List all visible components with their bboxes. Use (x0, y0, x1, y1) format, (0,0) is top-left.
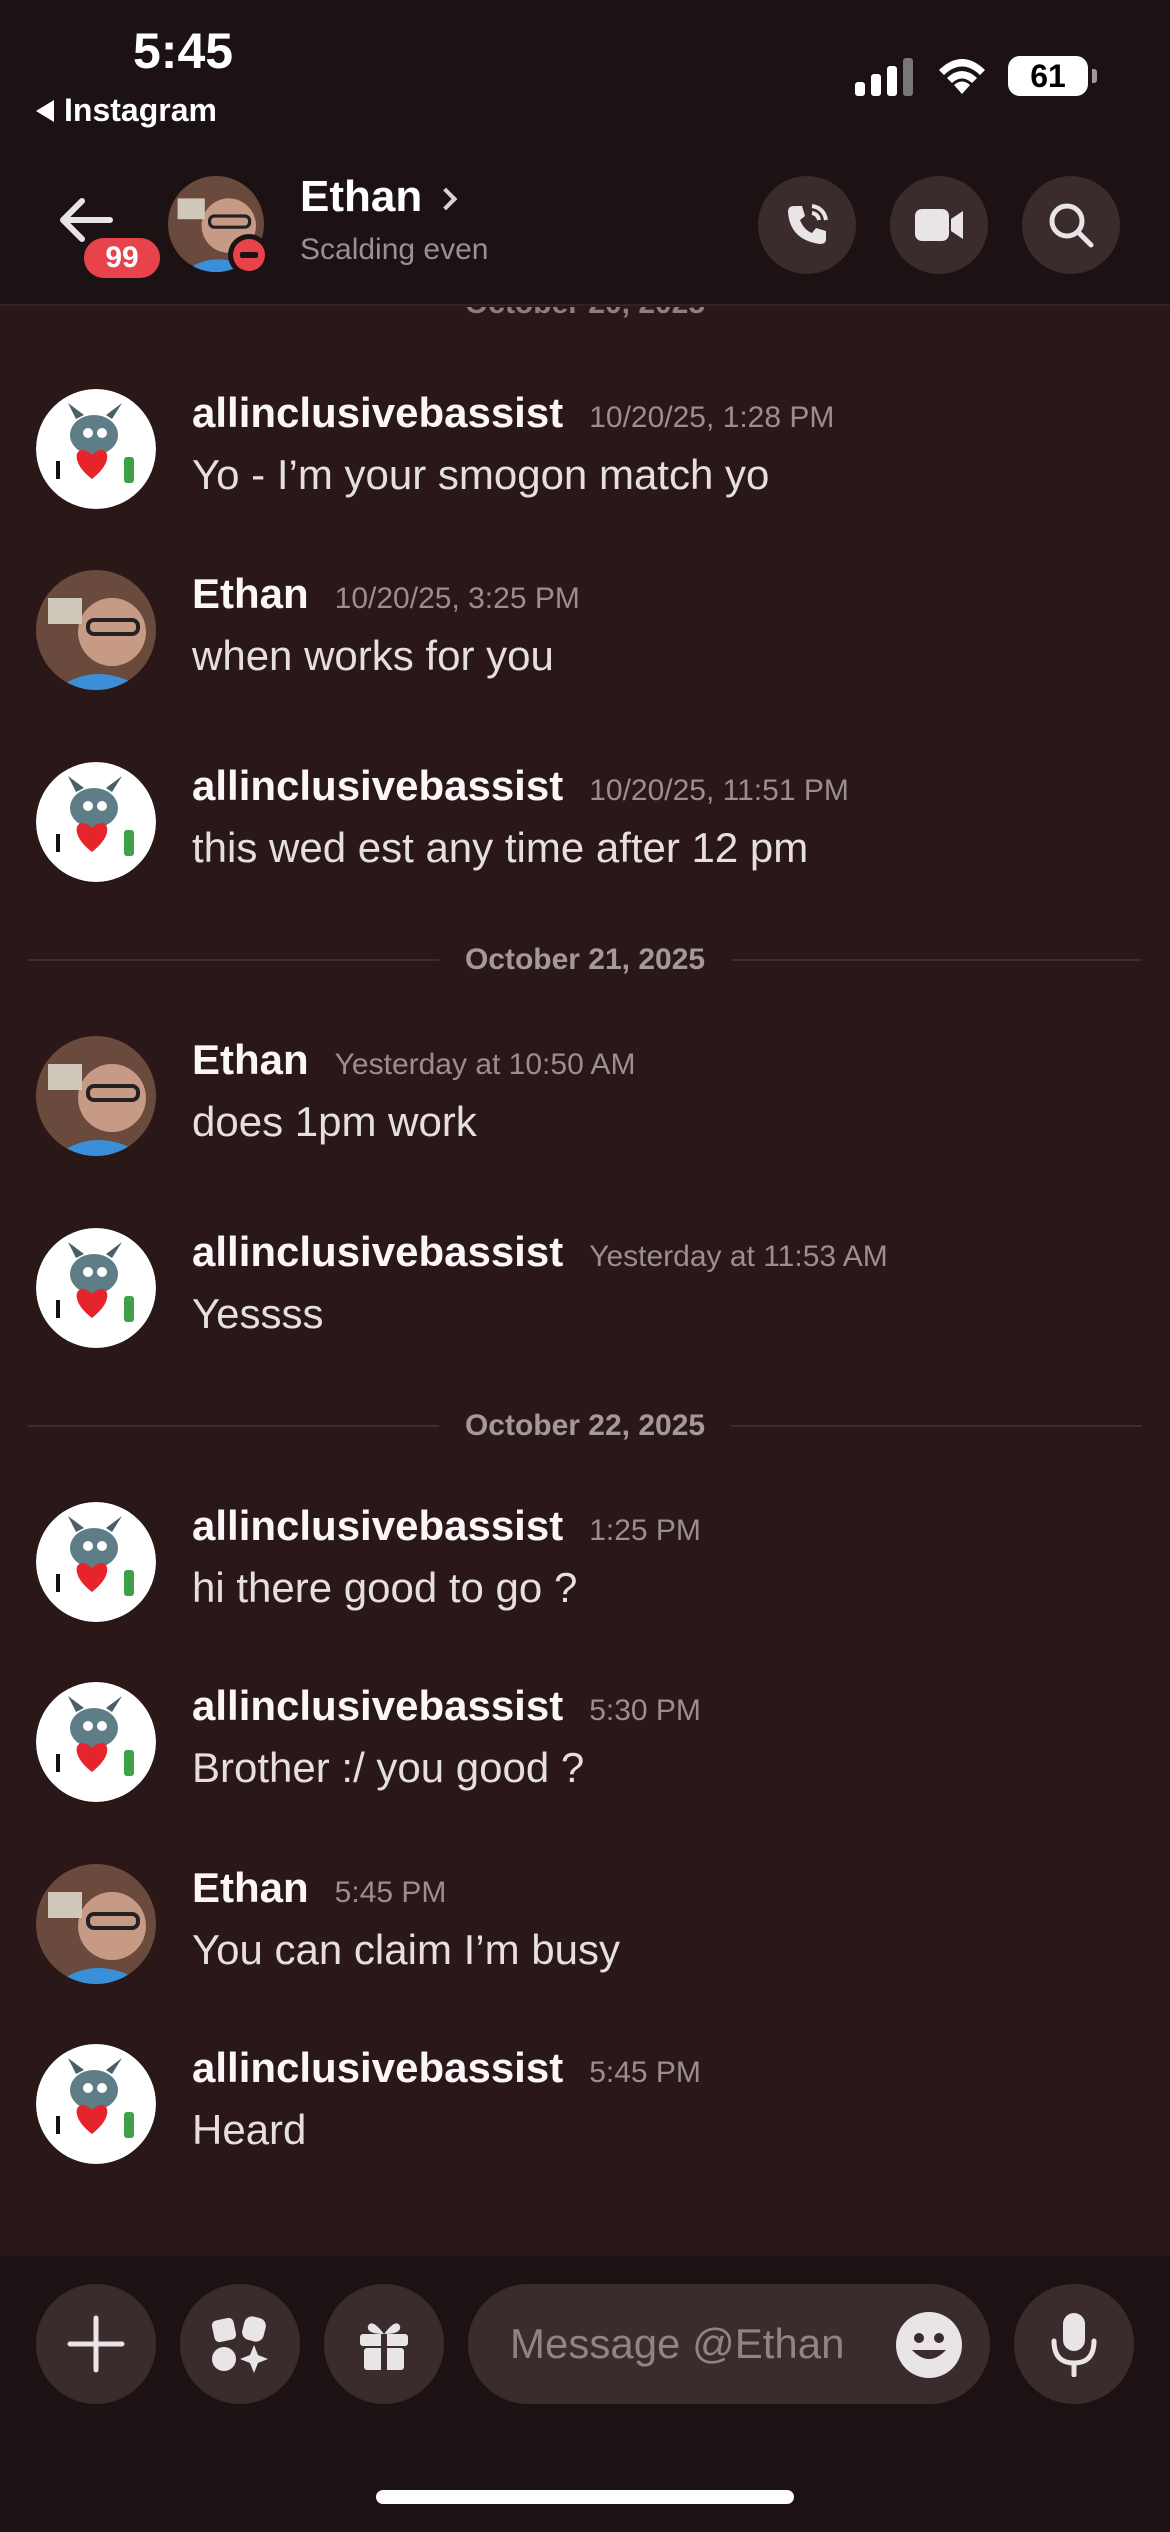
back-app-label: Instagram (64, 92, 217, 128)
avatar[interactable] (36, 389, 156, 509)
video-call-button[interactable] (890, 176, 988, 274)
avatar[interactable] (36, 2044, 156, 2164)
date-divider: October 21, 2025 (28, 940, 1143, 980)
gift-icon (360, 2323, 408, 2370)
avatar[interactable] (36, 1682, 156, 1802)
contact-status: Scalding even (300, 233, 489, 266)
emoji-icon[interactable] (896, 2312, 962, 2378)
message-text: when works for you (192, 632, 554, 679)
message-text: You can claim I’m busy (192, 1926, 620, 1973)
contact-name-text: Ethan (300, 172, 423, 221)
message-time: 10/20/25, 1:28 PM (589, 401, 835, 434)
message-author[interactable]: allinclusivebassist (192, 1228, 563, 1276)
message-time: 10/20/25, 11:51 PM (589, 774, 849, 807)
apps-shapes-icon (211, 2316, 268, 2373)
message-author[interactable]: allinclusivebassist (192, 762, 563, 810)
message-time: 5:30 PM (589, 1694, 701, 1727)
message-row: allinclusivebassist 5:45 PM Heard (36, 2044, 1136, 2174)
home-indicator[interactable] (376, 2490, 794, 2504)
message-row: allinclusivebassist Yesterday at 11:53 AM… (36, 1228, 1136, 1358)
message-text: Yo - I’m your smogon match yo (192, 451, 770, 498)
status-time: 5:45 (133, 23, 234, 79)
battery-indicator: 61 (1008, 56, 1097, 96)
voice-call-button[interactable] (758, 176, 856, 274)
plus-icon (67, 2315, 125, 2373)
divider-line (731, 1425, 1143, 1427)
avatar[interactable] (36, 1864, 156, 1984)
message-time: 5:45 PM (334, 1876, 447, 1909)
avatar[interactable] (36, 1228, 156, 1348)
message-time: Yesterday at 11:53 AM (589, 1240, 888, 1273)
divider-label: October 21, 2025 (464, 943, 706, 976)
avatar[interactable] (36, 1036, 156, 1156)
divider-line (28, 1425, 439, 1427)
add-attachment-button[interactable] (36, 2284, 156, 2404)
cellular-signal-icon (855, 58, 913, 96)
date-divider: October 22, 2025 (28, 1406, 1143, 1446)
message-text: Yessss (192, 1290, 324, 1337)
message-text: does 1pm work (192, 1098, 477, 1145)
avatar[interactable] (36, 1502, 156, 1622)
message-text: Brother :/ you good ? (192, 1744, 585, 1791)
message-text: this wed est any time after 12 pm (192, 824, 809, 871)
message-row: Ethan 10/20/25, 3:25 PM when works for yo… (36, 570, 1136, 700)
message-row: Ethan 5:45 PM You can claim I’m busy (36, 1864, 1136, 1994)
avatar[interactable] (36, 762, 156, 882)
message-author[interactable]: Ethan (192, 1036, 309, 1084)
message-row: allinclusivebassist 5:30 PM Brother :/ yo… (36, 1682, 1136, 1812)
back-to-app[interactable]: Instagram (36, 92, 217, 129)
microphone-icon (1051, 2313, 1097, 2377)
message-row: allinclusivebassist 10/20/25, 1:28 PM Yo … (36, 389, 1136, 519)
message-text: hi there good to go ? (192, 1564, 578, 1611)
back-triangle-icon (36, 99, 54, 122)
search-icon (1049, 203, 1094, 248)
message-row: allinclusivebassist 10/20/25, 11:51 PM th… (36, 762, 1136, 892)
message-time: Yesterday at 10:50 AM (334, 1048, 636, 1081)
phone-call-icon (788, 204, 828, 244)
message-author[interactable]: allinclusivebassist (192, 1682, 563, 1730)
search-button[interactable] (1022, 176, 1120, 274)
divider-label: October 22, 2025 (464, 1409, 706, 1442)
message-time: 1:25 PM (589, 1514, 701, 1547)
voice-message-button[interactable] (1014, 2284, 1134, 2404)
message-author[interactable]: allinclusivebassist (192, 2044, 563, 2092)
message-author[interactable]: allinclusivebassist (192, 1502, 563, 1550)
message-row: Ethan Yesterday at 10:50 AM does 1pm work (36, 1036, 1136, 1166)
message-time: 5:45 PM (589, 2056, 701, 2089)
message-time: 10/20/25, 3:25 PM (334, 582, 580, 615)
chevron-right-icon (434, 187, 458, 211)
message-author[interactable]: Ethan (192, 1864, 309, 1912)
gift-button[interactable] (324, 2284, 444, 2404)
avatar[interactable] (36, 570, 156, 690)
message-author[interactable]: allinclusivebassist (192, 389, 563, 437)
do-not-disturb-icon (228, 234, 270, 276)
contact-name[interactable]: Ethan (300, 172, 458, 222)
wifi-icon (939, 59, 985, 94)
unread-badge: 99 (80, 234, 164, 282)
message-row: allinclusivebassist 1:25 PM hi there good… (36, 1502, 1136, 1632)
divider-line (28, 959, 439, 961)
video-camera-icon (915, 209, 963, 241)
message-author[interactable]: Ethan (192, 570, 309, 618)
apps-button[interactable] (180, 2284, 300, 2404)
divider-line (731, 959, 1143, 961)
message-text: Heard (192, 2106, 307, 2153)
